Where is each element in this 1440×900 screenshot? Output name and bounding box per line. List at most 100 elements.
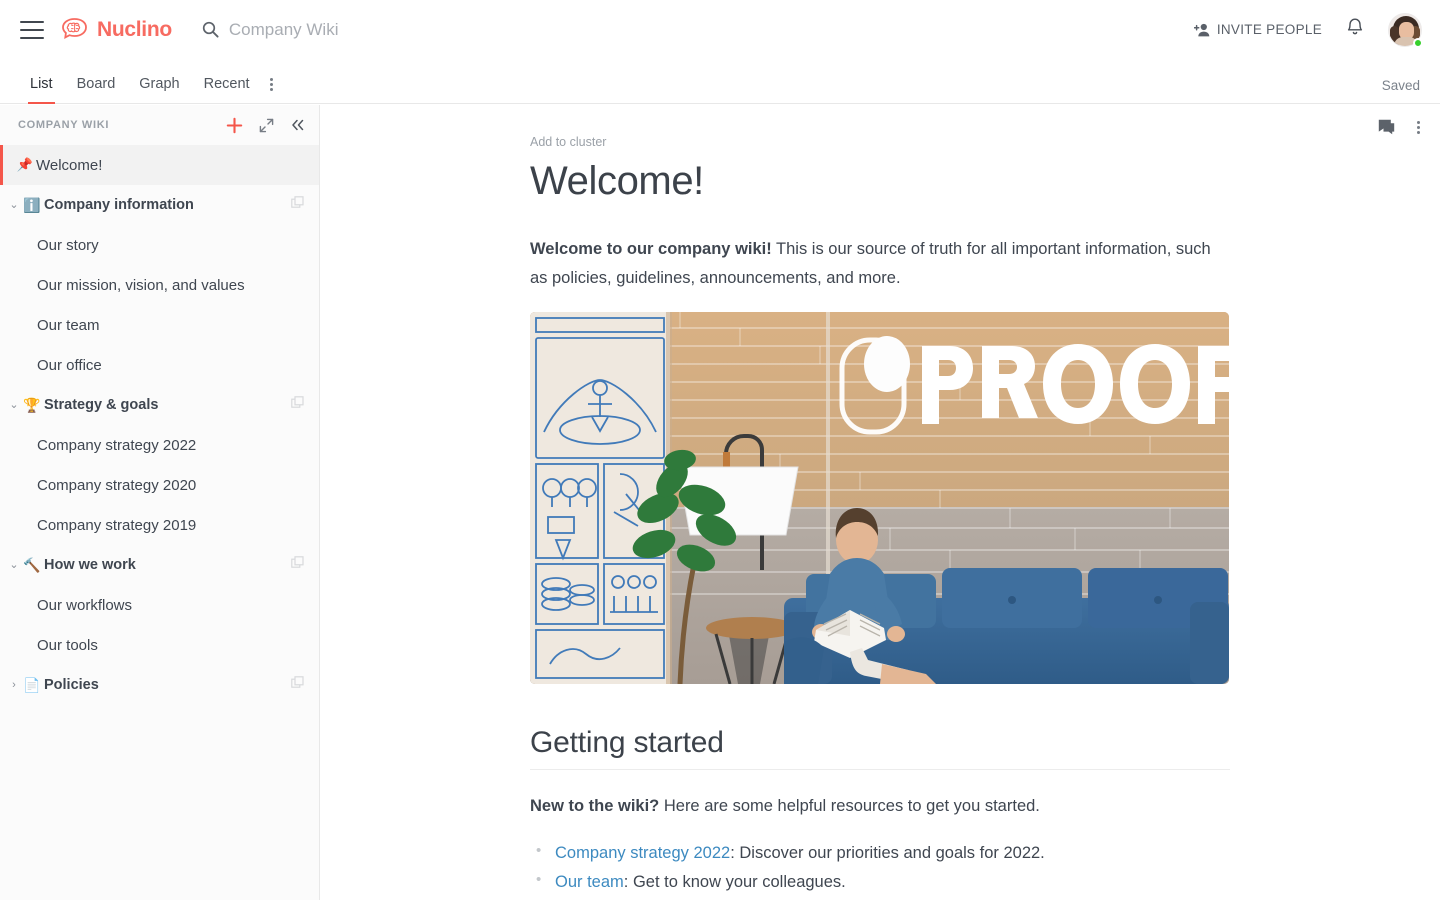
document-emoji-icon: 📄 [23, 676, 41, 693]
section-rest-text: Here are some helpful resources to get y… [659, 796, 1040, 815]
sidebar-item-label: Our tools [37, 636, 98, 654]
vertical-dots-icon [1417, 120, 1420, 134]
expand-button[interactable] [259, 118, 274, 133]
sidebar-item-label: Our mission, vision, and values [37, 276, 245, 294]
sidebar-item-label: Our story [37, 236, 99, 254]
sidebar: COMPANY WIKI 📌 Welcome! ⌄ ℹ️ Company inf… [0, 105, 320, 900]
sidebar-item-policies[interactable]: › 📄 Policies [0, 665, 319, 705]
sidebar-item-our-story[interactable]: Our story [0, 225, 319, 265]
online-status-dot [1413, 37, 1423, 48]
sidebar-item-company-information[interactable]: ⌄ ℹ️ Company information [0, 185, 319, 225]
plus-icon [226, 117, 243, 133]
invite-people-button[interactable]: INVITE PEOPLE [1193, 22, 1322, 37]
comment-icon [1378, 119, 1395, 135]
duplicate-glyph [291, 196, 304, 208]
hero-image [530, 311, 1229, 684]
page-title[interactable]: Welcome! [530, 159, 1440, 203]
sidebar-item-our-tools[interactable]: Our tools [0, 625, 319, 665]
brain-logo-icon [62, 18, 87, 40]
add-to-cluster-button[interactable]: Add to cluster [530, 135, 1440, 149]
chevron-right-icon[interactable]: › [6, 679, 22, 691]
resource-list: Company strategy 2022: Discover our prio… [530, 838, 1440, 900]
expand-icon [259, 118, 274, 132]
view-tabs: List Board Graph Recent [0, 59, 283, 104]
search-icon [202, 21, 219, 38]
sidebar-item-label: Policies [44, 677, 99, 693]
chevron-down-icon[interactable]: ⌄ [6, 199, 22, 211]
top-bar-actions: INVITE PEOPLE [1193, 12, 1440, 48]
double-chevron-left-icon [292, 119, 304, 131]
section-paragraph: New to the wiki? Here are some helpful r… [530, 792, 1220, 821]
sidebar-item-label: Strategy & goals [44, 397, 159, 413]
bell-icon [1347, 18, 1363, 35]
link-our-team[interactable]: Our team [555, 873, 624, 891]
sidebar-item-company-strategy-2022[interactable]: Company strategy 2022 [0, 425, 319, 465]
sidebar-item-label: Company information [44, 197, 194, 213]
document-area: Add to cluster Welcome! Welcome to our c… [320, 105, 1440, 900]
tab-list[interactable]: List [18, 76, 65, 104]
vertical-dots-icon [269, 78, 273, 91]
sidebar-item-company-strategy-2019[interactable]: Company strategy 2019 [0, 505, 319, 545]
duplicate-icon[interactable] [291, 196, 305, 214]
sidebar-item-label: Our team [37, 316, 100, 334]
intro-bold-text: Welcome to our company wiki! [530, 240, 772, 258]
document-body: Add to cluster Welcome! Welcome to our c… [320, 105, 1440, 900]
list-item: Company strategy 2022: Discover our prio… [530, 838, 1440, 868]
collapse-sidebar-button[interactable] [290, 118, 305, 132]
view-more-button[interactable] [262, 78, 283, 103]
sidebar-item-label: How we work [44, 557, 136, 573]
office-photo [530, 311, 1229, 684]
duplicate-glyph [291, 396, 304, 408]
sidebar-item-our-workflows[interactable]: Our workflows [0, 585, 319, 625]
list-item-text: : Discover our priorities and goals for … [730, 844, 1045, 863]
top-bar: Nuclino Company Wiki INVITE PEOPLE [0, 0, 1440, 59]
sidebar-nav: 📌 Welcome! ⌄ ℹ️ Company information Our … [0, 145, 319, 705]
list-item-text: : Get to know your colleagues. [623, 873, 846, 892]
save-status: Saved [1381, 78, 1420, 93]
avatar[interactable] [1388, 12, 1423, 48]
tab-board[interactable]: Board [65, 76, 128, 103]
document-toolbar [1378, 119, 1420, 135]
tab-recent[interactable]: Recent [192, 76, 262, 103]
nuclino-logo[interactable]: Nuclino [60, 17, 172, 42]
sidebar-item-how-we-work[interactable]: ⌄ 🔨 How we work [0, 545, 319, 585]
chevron-down-icon[interactable]: ⌄ [6, 559, 22, 571]
view-tab-bar: List Board Graph Recent Saved [0, 59, 1440, 104]
sidebar-item-label: Our office [37, 356, 102, 374]
link-company-strategy-2022[interactable]: Company strategy 2022 [555, 844, 730, 862]
sidebar-header: COMPANY WIKI [0, 105, 319, 145]
duplicate-glyph [291, 676, 304, 688]
comments-button[interactable] [1378, 119, 1395, 135]
sidebar-item-our-mission-vision-and-values[interactable]: Our mission, vision, and values [0, 265, 319, 305]
sidebar-item-label: Company strategy 2022 [37, 436, 197, 454]
add-item-button[interactable] [226, 117, 243, 134]
sidebar-item-label: Company strategy 2019 [37, 516, 197, 534]
sidebar-item-strategy-and-goals[interactable]: ⌄ 🏆 Strategy & goals [0, 385, 319, 425]
sidebar-title: COMPANY WIKI [18, 119, 110, 131]
duplicate-icon[interactable] [291, 676, 305, 694]
hamburger-menu-icon[interactable] [20, 20, 44, 39]
brand-name: Nuclino [97, 17, 172, 41]
sidebar-actions [226, 117, 305, 134]
sidebar-item-our-team[interactable]: Our team [0, 305, 319, 345]
notifications-button[interactable] [1346, 17, 1364, 42]
hammer-emoji-icon: 🔨 [23, 556, 41, 573]
document-menu-button[interactable] [1417, 120, 1420, 134]
duplicate-icon[interactable] [291, 556, 305, 574]
duplicate-icon[interactable] [291, 396, 305, 414]
tab-graph[interactable]: Graph [127, 76, 191, 103]
search-input[interactable]: Company Wiki [229, 20, 339, 40]
list-item: Our team: Get to know your colleagues. [530, 867, 1440, 897]
pin-icon: 📌 [16, 157, 34, 172]
sidebar-item-our-office[interactable]: Our office [0, 345, 319, 385]
sidebar-item-welcome[interactable]: 📌 Welcome! [0, 145, 319, 185]
sidebar-item-company-strategy-2020[interactable]: Company strategy 2020 [0, 465, 319, 505]
info-emoji-icon: ℹ️ [23, 196, 41, 213]
section-bold-text: New to the wiki? [530, 796, 660, 815]
trophy-emoji-icon: 🏆 [23, 396, 41, 413]
section-heading: Getting started [530, 726, 1230, 770]
sidebar-item-label: Welcome! [36, 156, 103, 174]
chevron-down-icon[interactable]: ⌄ [6, 399, 22, 411]
add-person-icon [1193, 23, 1210, 36]
search-box[interactable]: Company Wiki [202, 20, 339, 40]
